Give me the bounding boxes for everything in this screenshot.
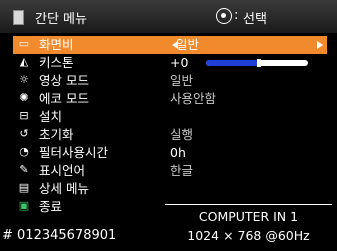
keystone-icon: ◭ [19,55,29,68]
menu-item-installation[interactable]: ⊟ 설치 [0,108,160,126]
select-colon: : [234,8,239,23]
menu-item-aspect[interactable]: ▭ 화면비 [0,36,160,54]
menu-item-picture-mode[interactable]: ☼ 영상 모드 [0,72,160,90]
aspect-icon: ▭ [18,37,30,50]
menu-item-label: 상세 메뉴 [39,181,89,196]
keystone-slider[interactable] [206,59,308,67]
arrow-right-icon[interactable] [317,41,323,49]
input-resolution-label: 1024 × 768 @60Hz [187,228,310,243]
input-signal-info: COMPUTER IN 1 1024 × 768 @60Hz [165,204,332,250]
projector-id-label: # 012345678901 [2,228,117,243]
reset-icon: ↺ [19,127,29,140]
eco-mode-icon: ✺ [19,91,29,104]
reset-value: 실행 [170,127,194,142]
menu-item-filter-time[interactable]: ◔ 필터사용시간 [0,144,160,162]
filter-time-icon: ◔ [19,145,29,158]
menu-icon [13,10,24,25]
menu-title: 간단 메뉴 [35,12,87,27]
menu-item-eco-mode[interactable]: ✺ 에코 모드 [0,90,160,108]
advanced-menu-icon: ▤ [18,181,30,194]
menu-item-label: 필터사용시간 [39,145,109,160]
exit-icon: ▣ [18,199,30,212]
keystone-slider-thumb[interactable] [257,59,261,67]
menu-item-label: 설치 [39,109,63,124]
picture-mode-icon: ☼ [19,73,29,86]
menu-item-label: 에코 모드 [39,91,89,106]
menu-item-label: 초기화 [39,127,74,142]
menu-header: 간단 메뉴 : 선택 [0,0,337,33]
menu-item-label: 화면비 [39,37,74,52]
menu-item-advanced-menu[interactable]: ▤ 상세 메뉴 [0,180,160,198]
menu-item-label: 영상 모드 [39,73,89,88]
menu-item-label: 표시언어 [39,163,86,178]
menu-item-label: 키스톤 [39,55,74,70]
language-icon: ✎ [19,163,29,176]
keystone-slider-fill [206,60,257,66]
input-source-label: COMPUTER IN 1 [198,209,299,224]
menu-item-language[interactable]: ✎ 표시언어 [0,162,160,180]
installation-icon: ⊟ [19,109,29,122]
picture-mode-value: 일반 [170,73,194,88]
keystone-value: +0 [170,55,189,70]
enter-button-icon [216,8,232,24]
aspect-value: 일반 [176,37,200,52]
menu-item-exit[interactable]: ▣ 종료 [0,198,160,216]
language-value: 한글 [170,163,194,178]
quick-menu-osd: 간단 메뉴 : 선택 ▭ 화면비 ◭ 키스톤 ☼ 영상 모드 ✺ 에코 모드 ⊟… [0,0,337,251]
menu-item-reset[interactable]: ↺ 초기화 [0,126,160,144]
filter-time-value: 0h [170,145,186,160]
menu-item-label: 종료 [39,199,63,214]
eco-mode-value: 사용안함 [170,91,217,106]
menu-item-keystone[interactable]: ◭ 키스톤 [0,54,160,72]
select-hint-label: 선택 [243,12,267,27]
